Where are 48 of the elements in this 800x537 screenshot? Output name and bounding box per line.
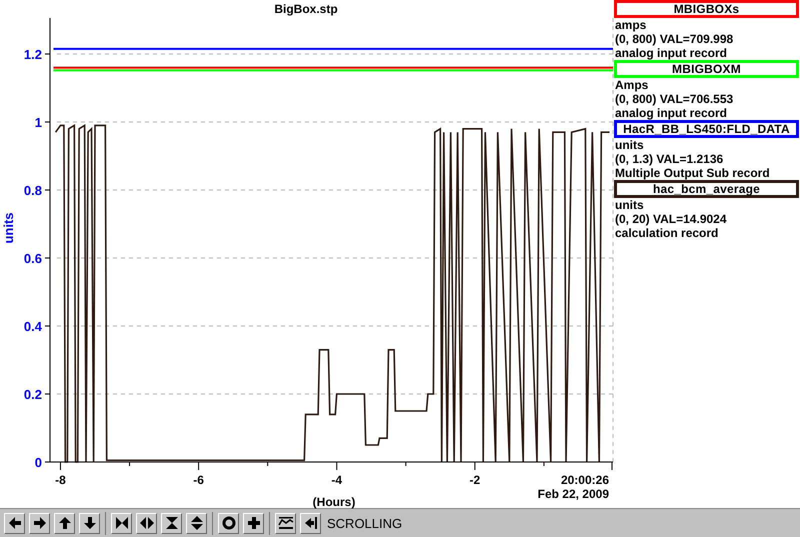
time-label: 20:00:26 [560,473,609,487]
toolbar-button[interactable] [300,512,321,534]
legend-text: units [614,138,645,152]
x-axis-label: (Hours) [312,495,356,509]
date-label: Feb 22, 2009 [538,487,609,501]
legend-text: (0, 1.3) VAL=1.2136 [614,152,724,166]
x-tick-label: -4 [331,473,342,487]
toolbar-button[interactable] [4,512,25,534]
legend-text: analog input record [614,46,728,60]
toolbar-button[interactable] [243,512,264,534]
wave-icon [276,514,294,532]
toolbar-button[interactable] [161,512,182,534]
y-tick-label: 0.2 [24,387,42,402]
y-tick-label: 0 [34,455,42,470]
toolbar-button[interactable] [54,512,75,534]
circle-icon [220,514,238,532]
legend-text: (0, 20) VAL=14.9024 [614,212,728,226]
toolbar-button[interactable] [79,512,100,534]
y-tick-label: 0.4 [24,319,42,334]
toolbar-button[interactable] [218,512,239,534]
toolbar-button[interactable] [186,512,207,534]
toolbar-button[interactable] [29,512,50,534]
y-tick-label: 1 [34,115,42,130]
legend-text: Amps [614,78,650,92]
y-tick-label: 0.8 [24,183,42,198]
x-tick-label: -6 [193,473,204,487]
legend-title: MBIGBOXs [614,0,799,18]
legend-text: (0, 800) VAL=706.553 [614,92,734,106]
toolbar-button[interactable] [275,512,296,534]
y-tick-label: 0.6 [24,251,42,266]
legend-text: calculation record [614,226,720,240]
toolbar-button[interactable] [136,512,157,534]
legend-title: hac_bcm_average [614,180,799,198]
legend-text: amps [614,18,648,32]
legend-text: units [614,198,645,212]
chart-title: BigBox.stp [274,2,338,16]
legend-text: Multiple Output Sub record [614,166,771,180]
status-text: SCROLLING [327,516,402,530]
legend-text: analog input record [614,106,728,120]
x-tick-label: -2 [470,473,480,487]
horizontal-expand-icon [138,514,156,532]
y-axis-label: units [1,212,16,244]
y-tick-label: 1.2 [24,47,42,62]
x-tick-label: -8 [55,473,66,487]
toolbar-button[interactable] [111,512,132,534]
legend-text: (0, 800) VAL=709.998 [614,32,734,46]
legend-title: MBIGBOXM [614,60,799,78]
legend-title: HacR_BB_LS450:FLD_DATA [614,120,799,138]
